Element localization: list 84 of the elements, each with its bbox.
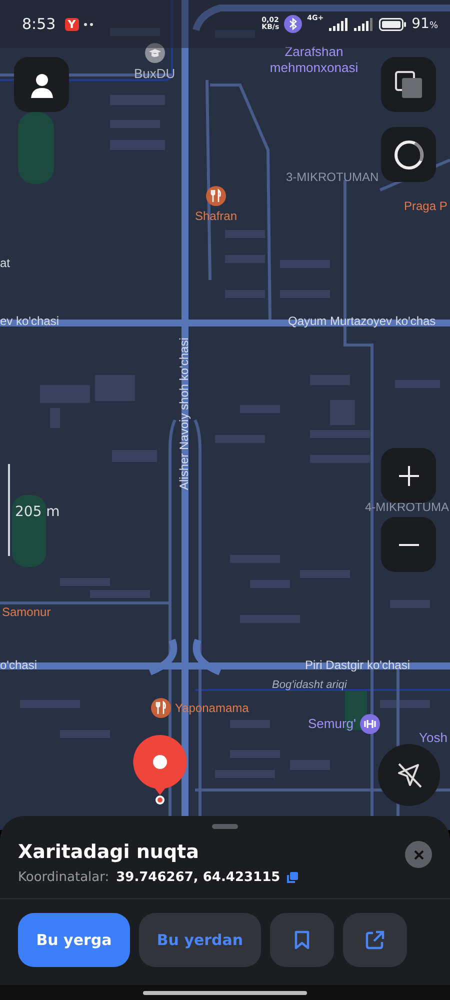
building [230, 720, 270, 728]
building [310, 455, 370, 463]
building [50, 408, 60, 428]
layers-icon [394, 70, 422, 98]
building [280, 260, 330, 268]
place-label: Praga P [404, 199, 448, 213]
place-label: Semurg' [308, 716, 356, 732]
building [225, 255, 265, 263]
place-label: Samonur [2, 605, 51, 619]
coordinates-value: 39.746267, 64.423115 [116, 870, 280, 885]
battery-percent: 91% [412, 16, 438, 32]
building [110, 120, 160, 128]
building [225, 230, 265, 238]
bookmark-icon [294, 930, 310, 950]
building [110, 95, 165, 105]
building [330, 400, 355, 425]
building [395, 380, 440, 388]
copy-icon[interactable] [287, 872, 298, 883]
building [250, 580, 290, 588]
building [310, 430, 370, 438]
building [90, 590, 150, 598]
place-label: BuxDU [134, 66, 176, 81]
building [300, 570, 350, 578]
park [12, 495, 46, 567]
voice-assistant-button[interactable] [381, 127, 436, 182]
fork-knife-icon [206, 186, 226, 206]
profile-button[interactable] [14, 57, 69, 112]
share-icon [365, 930, 385, 950]
building [112, 450, 157, 462]
close-icon [414, 850, 424, 860]
minus-icon [398, 542, 420, 546]
building [240, 615, 300, 623]
building [390, 600, 430, 608]
park [18, 112, 54, 184]
building [290, 760, 330, 770]
building [60, 578, 110, 586]
notification-dots-icon [84, 22, 93, 26]
scale-label: 205 m [15, 504, 60, 520]
building [20, 700, 80, 708]
battery-icon [378, 18, 407, 30]
bluetooth-icon [284, 15, 302, 33]
graduation-cap-icon [144, 43, 165, 63]
drag-handle[interactable] [212, 824, 238, 829]
place-label: Yosh [419, 730, 448, 746]
clock: 8:53 [22, 15, 56, 33]
building [215, 770, 275, 778]
canal-label: Bog'idasht ariqi [272, 679, 347, 691]
close-button[interactable] [405, 841, 432, 868]
route-from-button[interactable]: Bu yerdan [139, 913, 261, 967]
coordinates-label: Koordinatalar: [18, 870, 110, 885]
building [230, 555, 280, 563]
fork-knife-icon [151, 698, 171, 718]
building [310, 375, 350, 385]
person-icon [30, 72, 54, 98]
share-button[interactable] [343, 913, 407, 967]
place-label: Shafran [195, 209, 238, 223]
signal-icon [328, 18, 349, 30]
building [240, 405, 280, 413]
ring-icon [392, 138, 424, 170]
zoom-in-button[interactable] [381, 448, 436, 503]
building [230, 750, 280, 758]
bookmark-button[interactable] [270, 913, 334, 967]
building [60, 730, 110, 738]
location-pin [133, 735, 187, 805]
place-label: at [0, 256, 10, 270]
layers-button[interactable] [381, 57, 436, 112]
building [40, 385, 90, 403]
dumbbell-icon [360, 714, 380, 734]
place-label: Zarafshan mehmonxonasi [268, 44, 360, 76]
building [95, 375, 135, 401]
street-label: Piri Dastgir ko'chasi [305, 658, 410, 672]
building [380, 700, 430, 708]
street-label: o'chasi [0, 658, 37, 672]
route-to-button[interactable]: Bu yerga [18, 913, 130, 967]
district-label: 3-MIKROTUMAN [286, 170, 379, 184]
place-title: Xaritadagi nuqta [18, 841, 200, 863]
signal-icon [354, 18, 374, 30]
building [215, 435, 265, 443]
home-indicator[interactable] [143, 990, 307, 994]
street-label: Alisher Navoiy shoh ko'chasi [177, 338, 191, 490]
building [225, 290, 265, 298]
building [110, 140, 165, 150]
plus-icon [398, 464, 420, 486]
building [280, 290, 330, 298]
